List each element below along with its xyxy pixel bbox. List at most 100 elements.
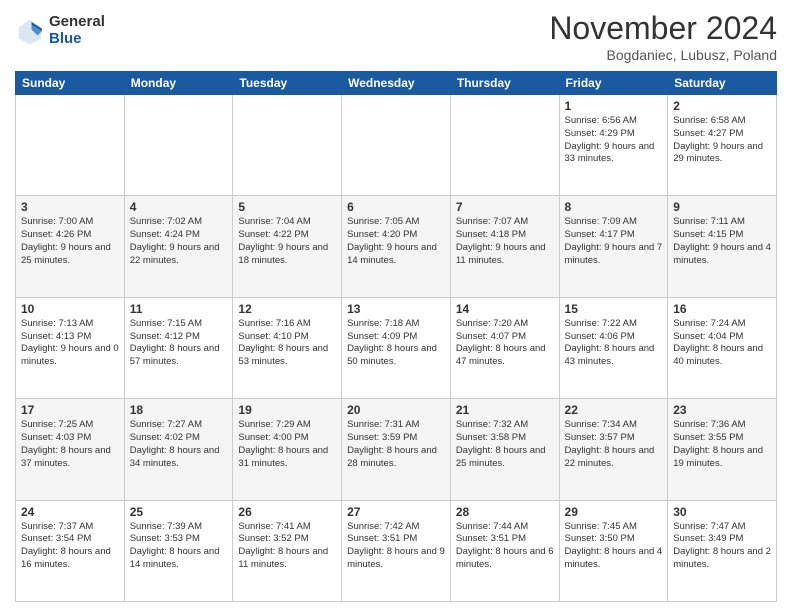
table-row: 28 Sunrise: 7:44 AM Sunset: 3:51 PM Dayli… — [450, 500, 559, 601]
day-number: 12 — [238, 302, 336, 316]
day-number: 15 — [565, 302, 663, 316]
col-thursday: Thursday — [450, 72, 559, 95]
day-info: Sunrise: 7:44 AM Sunset: 3:51 PM Dayligh… — [456, 521, 554, 572]
day-number: 27 — [347, 505, 445, 519]
day-number: 24 — [21, 505, 119, 519]
table-row: 22 Sunrise: 7:34 AM Sunset: 3:57 PM Dayli… — [559, 399, 668, 500]
day-number: 20 — [347, 403, 445, 417]
logo-general: General — [49, 14, 105, 31]
day-number: 13 — [347, 302, 445, 316]
table-row — [450, 95, 559, 196]
col-saturday: Saturday — [668, 72, 777, 95]
day-number: 18 — [130, 403, 228, 417]
table-row: 20 Sunrise: 7:31 AM Sunset: 3:59 PM Dayli… — [342, 399, 451, 500]
day-number: 9 — [673, 200, 771, 214]
col-monday: Monday — [124, 72, 233, 95]
page: General Blue November 2024 Bogdaniec, Lu… — [0, 0, 792, 612]
day-info: Sunrise: 7:11 AM Sunset: 4:15 PM Dayligh… — [673, 216, 771, 267]
title-section: November 2024 Bogdaniec, Lubusz, Poland — [549, 10, 777, 63]
day-info: Sunrise: 7:39 AM Sunset: 3:53 PM Dayligh… — [130, 521, 228, 572]
day-info: Sunrise: 7:27 AM Sunset: 4:02 PM Dayligh… — [130, 419, 228, 470]
day-number: 3 — [21, 200, 119, 214]
table-row: 18 Sunrise: 7:27 AM Sunset: 4:02 PM Dayli… — [124, 399, 233, 500]
day-info: Sunrise: 6:58 AM Sunset: 4:27 PM Dayligh… — [673, 115, 771, 166]
day-info: Sunrise: 7:31 AM Sunset: 3:59 PM Dayligh… — [347, 419, 445, 470]
day-number: 30 — [673, 505, 771, 519]
day-number: 4 — [130, 200, 228, 214]
table-row: 13 Sunrise: 7:18 AM Sunset: 4:09 PM Dayli… — [342, 297, 451, 398]
table-row: 7 Sunrise: 7:07 AM Sunset: 4:18 PM Daylig… — [450, 196, 559, 297]
day-number: 1 — [565, 99, 663, 113]
table-row: 16Sunrise: 7:24 AM Sunset: 4:04 PM Dayli… — [668, 297, 777, 398]
day-info: Sunrise: 7:05 AM Sunset: 4:20 PM Dayligh… — [347, 216, 445, 267]
table-row: 9 Sunrise: 7:11 AM Sunset: 4:15 PM Daylig… — [668, 196, 777, 297]
day-info: Sunrise: 7:34 AM Sunset: 3:57 PM Dayligh… — [565, 419, 663, 470]
table-row: 23 Sunrise: 7:36 AM Sunset: 3:55 PM Dayli… — [668, 399, 777, 500]
table-row: 30 Sunrise: 7:47 AM Sunset: 3:49 PM Dayli… — [668, 500, 777, 601]
day-number: 11 — [130, 302, 228, 316]
day-info: Sunrise: 7:24 AM Sunset: 4:04 PM Dayligh… — [673, 318, 771, 369]
day-info: Sunrise: 7:32 AM Sunset: 3:58 PM Dayligh… — [456, 419, 554, 470]
day-info: Sunrise: 7:22 AM Sunset: 4:06 PM Dayligh… — [565, 318, 663, 369]
day-number: 25 — [130, 505, 228, 519]
day-info: Sunrise: 7:37 AM Sunset: 3:54 PM Dayligh… — [21, 521, 119, 572]
col-friday: Friday — [559, 72, 668, 95]
table-row: 6 Sunrise: 7:05 AM Sunset: 4:20 PM Daylig… — [342, 196, 451, 297]
col-tuesday: Tuesday — [233, 72, 342, 95]
calendar-week-row: 1 Sunrise: 6:56 AM Sunset: 4:29 PM Daylig… — [16, 95, 777, 196]
day-number: 22 — [565, 403, 663, 417]
calendar-week-row: 3Sunrise: 7:00 AM Sunset: 4:26 PM Daylig… — [16, 196, 777, 297]
day-info: Sunrise: 7:45 AM Sunset: 3:50 PM Dayligh… — [565, 521, 663, 572]
table-row: 8 Sunrise: 7:09 AM Sunset: 4:17 PM Daylig… — [559, 196, 668, 297]
day-info: Sunrise: 7:15 AM Sunset: 4:12 PM Dayligh… — [130, 318, 228, 369]
table-row: 1 Sunrise: 6:56 AM Sunset: 4:29 PM Daylig… — [559, 95, 668, 196]
day-info: Sunrise: 7:07 AM Sunset: 4:18 PM Dayligh… — [456, 216, 554, 267]
day-number: 8 — [565, 200, 663, 214]
header: General Blue November 2024 Bogdaniec, Lu… — [15, 10, 777, 63]
day-info: Sunrise: 6:56 AM Sunset: 4:29 PM Dayligh… — [565, 115, 663, 166]
day-number: 23 — [673, 403, 771, 417]
day-number: 2 — [673, 99, 771, 113]
table-row: 25 Sunrise: 7:39 AM Sunset: 3:53 PM Dayli… — [124, 500, 233, 601]
day-info: Sunrise: 7:04 AM Sunset: 4:22 PM Dayligh… — [238, 216, 336, 267]
day-number: 29 — [565, 505, 663, 519]
day-number: 28 — [456, 505, 554, 519]
day-number: 7 — [456, 200, 554, 214]
logo-icon — [15, 16, 45, 46]
day-info: Sunrise: 7:29 AM Sunset: 4:00 PM Dayligh… — [238, 419, 336, 470]
table-row: 24 Sunrise: 7:37 AM Sunset: 3:54 PM Dayli… — [16, 500, 125, 601]
col-wednesday: Wednesday — [342, 72, 451, 95]
calendar-week-row: 17Sunrise: 7:25 AM Sunset: 4:03 PM Dayli… — [16, 399, 777, 500]
day-number: 5 — [238, 200, 336, 214]
table-row — [16, 95, 125, 196]
table-row: 12 Sunrise: 7:16 AM Sunset: 4:10 PM Dayli… — [233, 297, 342, 398]
table-row: 29 Sunrise: 7:45 AM Sunset: 3:50 PM Dayli… — [559, 500, 668, 601]
day-number: 17 — [21, 403, 119, 417]
day-info: Sunrise: 7:02 AM Sunset: 4:24 PM Dayligh… — [130, 216, 228, 267]
day-info: Sunrise: 7:13 AM Sunset: 4:13 PM Dayligh… — [21, 318, 119, 369]
table-row: 4 Sunrise: 7:02 AM Sunset: 4:24 PM Daylig… — [124, 196, 233, 297]
day-info: Sunrise: 7:47 AM Sunset: 3:49 PM Dayligh… — [673, 521, 771, 572]
table-row: 10Sunrise: 7:13 AM Sunset: 4:13 PM Dayli… — [16, 297, 125, 398]
day-info: Sunrise: 7:36 AM Sunset: 3:55 PM Dayligh… — [673, 419, 771, 470]
logo: General Blue — [15, 14, 105, 47]
table-row — [233, 95, 342, 196]
calendar-header-row: Sunday Monday Tuesday Wednesday Thursday… — [16, 72, 777, 95]
day-info: Sunrise: 7:42 AM Sunset: 3:51 PM Dayligh… — [347, 521, 445, 572]
day-number: 14 — [456, 302, 554, 316]
day-info: Sunrise: 7:09 AM Sunset: 4:17 PM Dayligh… — [565, 216, 663, 267]
table-row — [342, 95, 451, 196]
table-row: 15 Sunrise: 7:22 AM Sunset: 4:06 PM Dayli… — [559, 297, 668, 398]
day-number: 26 — [238, 505, 336, 519]
calendar-week-row: 10Sunrise: 7:13 AM Sunset: 4:13 PM Dayli… — [16, 297, 777, 398]
day-info: Sunrise: 7:41 AM Sunset: 3:52 PM Dayligh… — [238, 521, 336, 572]
table-row: 27 Sunrise: 7:42 AM Sunset: 3:51 PM Dayli… — [342, 500, 451, 601]
col-sunday: Sunday — [16, 72, 125, 95]
calendar-week-row: 24 Sunrise: 7:37 AM Sunset: 3:54 PM Dayli… — [16, 500, 777, 601]
day-info: Sunrise: 7:18 AM Sunset: 4:09 PM Dayligh… — [347, 318, 445, 369]
day-info: Sunrise: 7:16 AM Sunset: 4:10 PM Dayligh… — [238, 318, 336, 369]
table-row: 2 Sunrise: 6:58 AM Sunset: 4:27 PM Daylig… — [668, 95, 777, 196]
day-number: 6 — [347, 200, 445, 214]
calendar-table: Sunday Monday Tuesday Wednesday Thursday… — [15, 71, 777, 602]
table-row — [124, 95, 233, 196]
